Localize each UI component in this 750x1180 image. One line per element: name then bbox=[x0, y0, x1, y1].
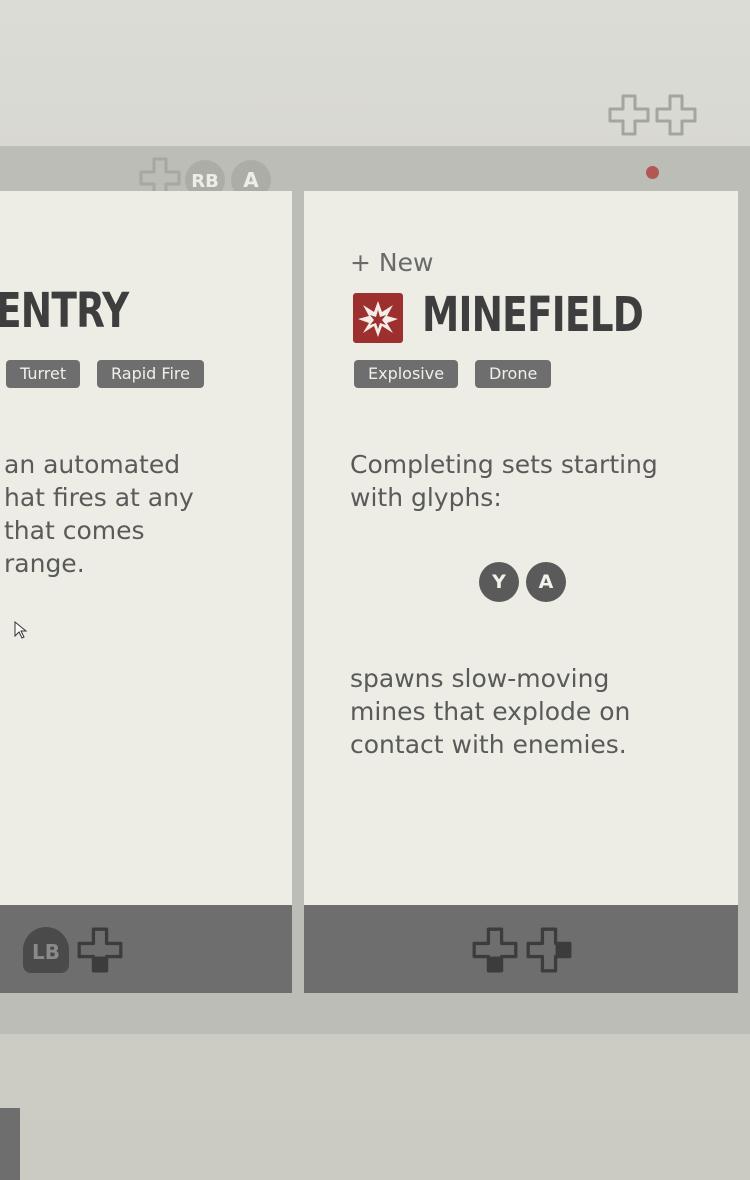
tag-drone: Drone bbox=[475, 360, 552, 388]
tag-explosive: Explosive bbox=[354, 360, 459, 388]
dpad-icon bbox=[77, 927, 123, 973]
tag-rapid-fire: Rapid Fire bbox=[97, 360, 204, 388]
card-title: MINEFIELD bbox=[422, 287, 644, 343]
side-tab[interactable] bbox=[0, 1108, 20, 1180]
ability-card-minefield[interactable]: + New MINEFIELD Explosive Drone Completi… bbox=[304, 191, 738, 993]
dpad-icon bbox=[608, 94, 650, 136]
ability-card-sentry[interactable]: ENTRY Turret Rapid Fire an automated hat… bbox=[0, 191, 292, 993]
cursor-icon bbox=[14, 620, 28, 639]
card-title: ENTRY bbox=[0, 283, 129, 339]
card-footer: LB bbox=[0, 905, 292, 993]
card-description: an automated hat fires at any that comes… bbox=[4, 450, 194, 578]
new-label: + New bbox=[350, 248, 434, 277]
notification-dot bbox=[646, 166, 659, 179]
glyph-a: A bbox=[526, 562, 566, 602]
lb-button[interactable]: LB bbox=[23, 927, 69, 973]
card-footer bbox=[304, 905, 738, 993]
explosion-icon bbox=[353, 293, 403, 343]
card-description: Completing sets starting with glyphs: bbox=[350, 450, 658, 512]
dpad-icon bbox=[472, 927, 518, 973]
dpad-icon bbox=[655, 94, 697, 136]
dpad-icon bbox=[526, 927, 572, 973]
glyph-y: Y bbox=[479, 562, 519, 602]
tag-turret: Turret bbox=[6, 360, 81, 388]
card-effect: spawns slow-moving mines that explode on… bbox=[350, 664, 631, 759]
